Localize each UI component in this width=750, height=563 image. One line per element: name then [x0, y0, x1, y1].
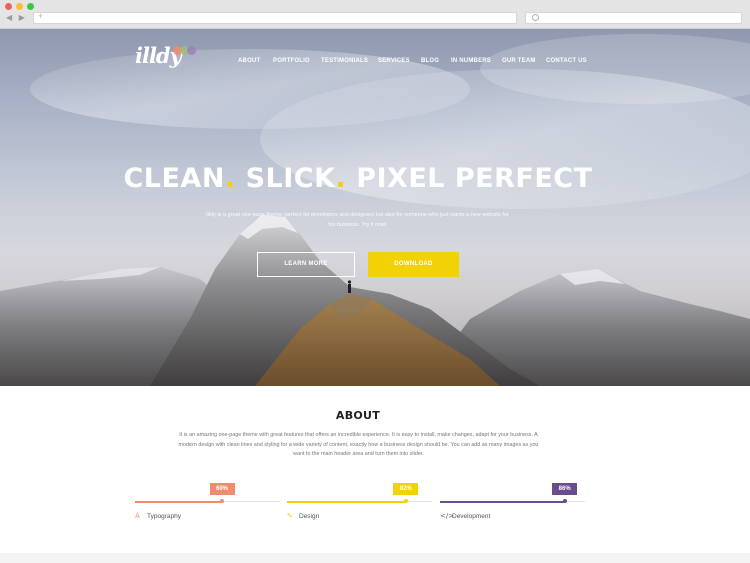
- nav-item-contact-us[interactable]: CONTACT US: [546, 58, 587, 64]
- learn-more-button[interactable]: LEARN MORE: [257, 252, 355, 277]
- download-button[interactable]: DOWNLOAD: [368, 252, 459, 277]
- headline-dot: .: [335, 163, 347, 194]
- nav-item-about[interactable]: ABOUT: [238, 58, 260, 64]
- skill-label: A Typography: [135, 512, 181, 520]
- skill-progress-fill: [287, 500, 406, 503]
- nav-item-blog[interactable]: BLOG: [421, 58, 439, 64]
- skill-development: 86% </>Development: [440, 483, 585, 528]
- skill-percent-badge: 82%: [393, 483, 419, 495]
- mountain-background-image: [0, 34, 750, 386]
- headline-part-pixel-perfect: PIXEL PERFECT: [346, 163, 593, 194]
- back-forward-arrows-icon[interactable]: ◀ ▶: [6, 13, 27, 22]
- new-tab-plus-icon[interactable]: +: [38, 11, 43, 21]
- pencil-icon: ✎: [287, 512, 293, 520]
- main-navigation: ABOUT PORTFOLIO TESTIMONIALS SERVICES BL…: [0, 58, 750, 68]
- about-title: ABOUT: [335, 409, 381, 422]
- browser-search-field[interactable]: [525, 12, 742, 24]
- skill-progress-fill: [440, 500, 565, 503]
- skill-percent-badge: 86%: [552, 483, 578, 495]
- nav-item-testimonials[interactable]: TESTIMONIALS: [321, 58, 368, 64]
- nav-item-services[interactable]: SERVICES: [378, 58, 410, 64]
- code-icon: </>: [440, 512, 455, 520]
- skill-label: ✎ Design: [287, 512, 319, 520]
- skill-name: Development: [452, 513, 491, 520]
- headline-part-slick: SLICK: [235, 163, 336, 194]
- about-description: It is an amazing one-page theme with gre…: [178, 432, 539, 457]
- skill-progress-knob: [220, 499, 224, 503]
- skill-label: </>Development: [440, 512, 490, 520]
- logo-circles-icon: [173, 46, 197, 58]
- typography-icon: A: [135, 512, 140, 520]
- skill-typography: 60% A Typography: [135, 483, 280, 528]
- skill-design: 82% ✎ Design: [287, 483, 432, 528]
- nav-item-portfolio[interactable]: PORTFOLIO: [273, 58, 310, 64]
- skill-name: Typography: [147, 513, 181, 520]
- minimize-window-dot[interactable]: [16, 3, 23, 10]
- close-window-dot[interactable]: [5, 3, 12, 10]
- hero-headline: CLEAN. SLICK. PIXEL PERFECT: [0, 163, 716, 194]
- nav-item-in-numbers[interactable]: IN NUMBERS: [451, 58, 491, 64]
- address-bar[interactable]: +: [33, 11, 517, 24]
- skill-progress-knob: [562, 499, 567, 503]
- browser-chrome: ◀ ▶ +: [0, 0, 750, 29]
- nav-item-our-team[interactable]: OUR TEAM: [502, 58, 536, 64]
- maximize-window-dot[interactable]: [27, 3, 34, 10]
- search-icon: [532, 14, 539, 21]
- skill-progress-knob: [403, 499, 408, 503]
- next-section-strip: [0, 553, 750, 563]
- hero-intro-text: Illdy is a great one-page theme, perfect…: [206, 212, 509, 228]
- hero-section: illdy ABOUT PORTFOLIO TESTIMONIALS SERVI…: [0, 29, 750, 386]
- logo-circle-purple: [187, 46, 196, 55]
- skill-progress-fill: [135, 500, 222, 503]
- headline-dot: .: [224, 163, 236, 194]
- headline-part-clean: CLEAN: [123, 163, 225, 194]
- skill-name: Design: [299, 513, 320, 520]
- skill-percent-badge: 60%: [209, 483, 235, 495]
